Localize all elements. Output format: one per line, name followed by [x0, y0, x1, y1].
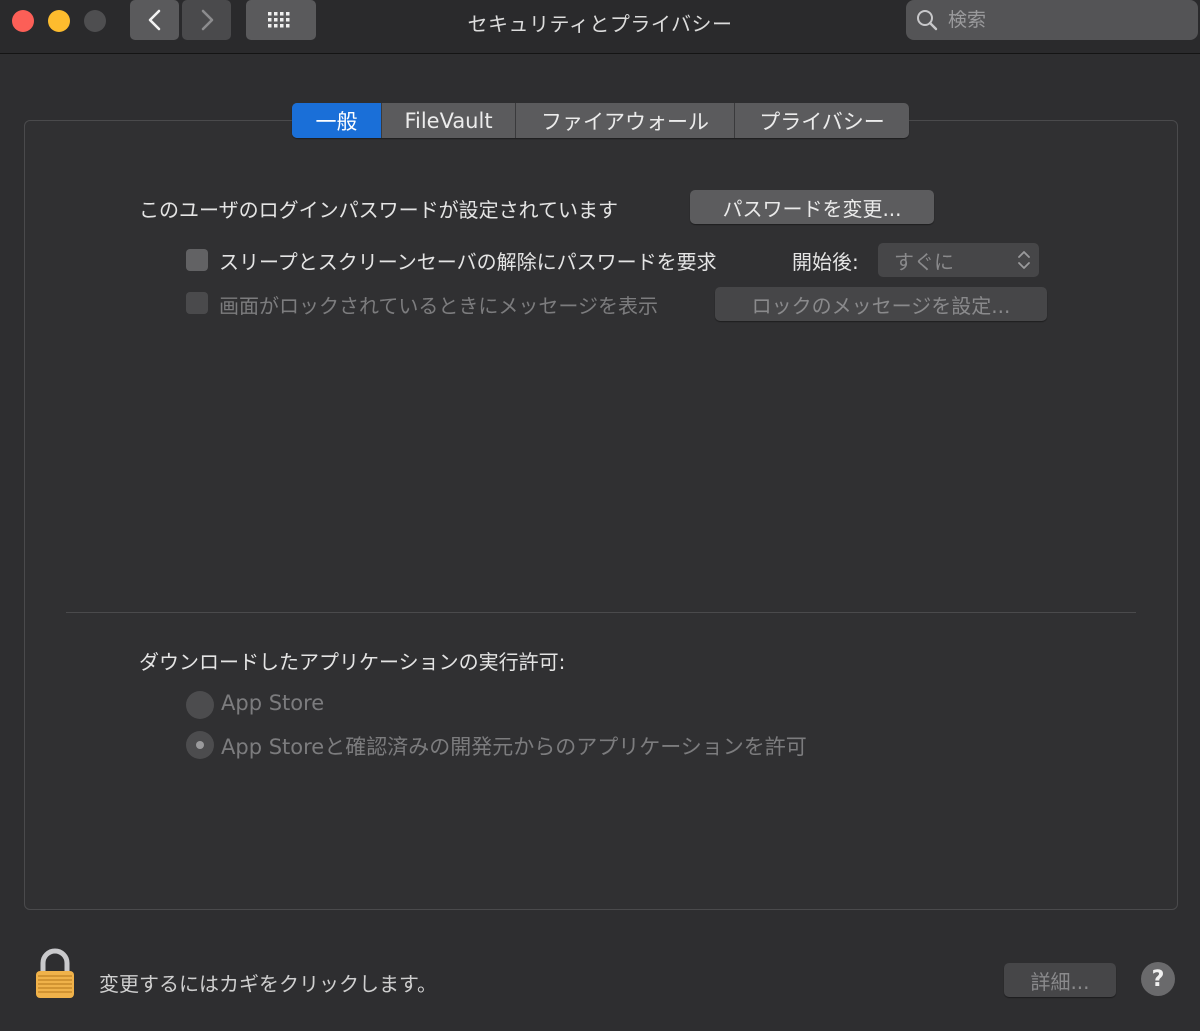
settings-panel [24, 120, 1178, 910]
search-field[interactable] [906, 0, 1198, 40]
show-message-checkbox[interactable] [186, 292, 208, 314]
help-icon: ? [1151, 966, 1165, 992]
tab-bar: 一般 FileVault ファイアウォール プライバシー [292, 103, 909, 138]
require-password-checkbox[interactable] [186, 249, 208, 271]
radio-app-store-identified[interactable] [186, 731, 214, 759]
chevron-updown-icon [1018, 251, 1030, 269]
lock-button[interactable] [34, 948, 76, 1004]
section-divider [66, 612, 1136, 613]
radio-app-store[interactable] [186, 691, 214, 719]
tab-filevault[interactable]: FileVault [381, 103, 515, 138]
search-input[interactable] [946, 8, 1180, 32]
radio-selected-dot [196, 741, 204, 749]
tab-firewall[interactable]: ファイアウォール [515, 103, 734, 138]
lock-message: 変更するにはカギをクリックします。 [99, 972, 437, 996]
title-bar: セキュリティとプライバシー [0, 0, 1200, 54]
password-status-text: このユーザのログインパスワードが設定されています [139, 198, 618, 222]
require-password-label: スリープとスクリーンセーバの解除にパスワードを要求 [219, 250, 717, 274]
allow-apps-heading: ダウンロードしたアプリケーションの実行許可: [139, 650, 566, 674]
tab-privacy[interactable]: プライバシー [734, 103, 909, 138]
password-delay-select[interactable]: すぐに [878, 243, 1039, 277]
help-button[interactable]: ? [1141, 962, 1175, 996]
radio-app-store-label: App Store [221, 691, 325, 715]
password-delay-value: すぐに [894, 249, 954, 274]
preferences-window: セキュリティとプライバシー 一般 FileVault ファイアウォール プライバ… [0, 0, 1200, 1031]
after-label: 開始後: [792, 250, 859, 274]
radio-app-store-identified-label: App Storeと確認済みの開発元からのアプリケーションを許可 [221, 735, 807, 759]
set-lock-message-button[interactable]: ロックのメッセージを設定... [715, 287, 1047, 321]
lock-icon [36, 948, 74, 998]
change-password-button[interactable]: パスワードを変更... [690, 190, 934, 224]
advanced-button[interactable]: 詳細... [1004, 963, 1116, 997]
search-icon [917, 10, 938, 31]
show-message-label: 画面がロックされているときにメッセージを表示 [219, 294, 658, 318]
tab-general[interactable]: 一般 [292, 103, 381, 138]
